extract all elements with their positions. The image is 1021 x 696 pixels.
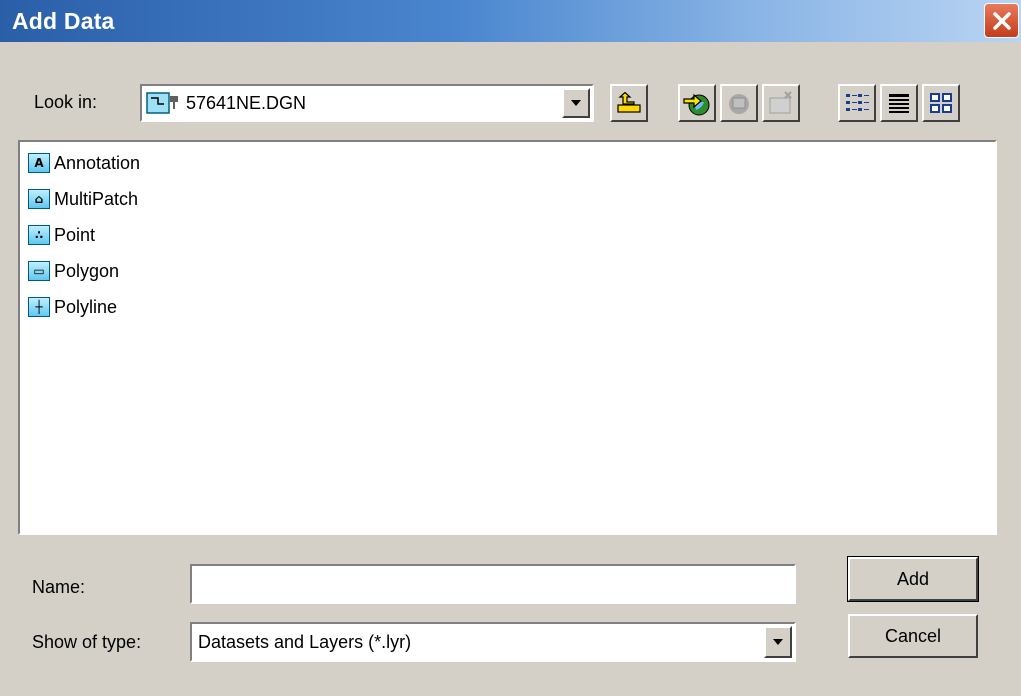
list-item-label: Point xyxy=(54,224,96,245)
chevron-down-icon xyxy=(571,100,581,106)
show-of-type-value: Datasets and Layers (*.lyr) xyxy=(198,631,412,652)
annotation-icon: A xyxy=(28,153,50,173)
name-input[interactable] xyxy=(190,564,796,604)
list-item-polyline[interactable]: ┼ Polyline xyxy=(28,292,117,322)
disconnect-folder-icon xyxy=(729,94,749,114)
window-title: Add Data xyxy=(12,8,115,34)
list-item-label: MultiPatch xyxy=(54,188,139,209)
look-in-dropdown-button[interactable] xyxy=(562,88,590,118)
list-item-label: Polyline xyxy=(54,296,118,317)
list-item-multipatch[interactable]: ⌂ MultiPatch xyxy=(28,184,138,214)
show-of-type-label: Show of type: xyxy=(32,632,142,652)
multipatch-icon: ⌂ xyxy=(28,189,50,209)
polygon-icon: ▭ xyxy=(28,261,50,281)
list-item-polygon[interactable]: ▭ Polygon xyxy=(28,256,119,286)
list-item-annotation[interactable]: A Annotation xyxy=(28,148,140,178)
list-item-label: Annotation xyxy=(54,152,141,173)
new-folder-icon xyxy=(769,91,792,114)
add-button[interactable]: Add xyxy=(847,556,979,602)
dgn-file-icon xyxy=(146,92,178,114)
cancel-button[interactable]: Cancel xyxy=(848,614,978,658)
polyline-icon: ┼ xyxy=(28,297,50,317)
connect-folder-icon xyxy=(683,93,710,116)
up-folder-icon xyxy=(617,92,641,113)
thumbnails-icon xyxy=(930,93,952,113)
list-item-label: Polygon xyxy=(54,260,120,281)
close-icon xyxy=(992,11,1011,30)
file-list[interactable]: A Annotation ⌂ MultiPatch ∴ Point ▭ Poly… xyxy=(18,140,997,535)
chevron-down-icon xyxy=(773,639,783,645)
up-one-level-button[interactable] xyxy=(610,84,648,122)
close-button[interactable] xyxy=(984,3,1019,38)
details-view-icon xyxy=(889,94,909,113)
show-of-type-dropdown-button[interactable] xyxy=(764,626,792,658)
point-icon: ∴ xyxy=(28,225,50,245)
connect-to-folder-button[interactable] xyxy=(678,84,716,122)
new-folder-button[interactable] xyxy=(762,84,800,122)
name-label: Name: xyxy=(32,577,86,597)
title-bar[interactable]: Add Data xyxy=(0,0,1021,42)
look-in-combo[interactable]: 57641NE.DGN xyxy=(140,84,594,122)
thumbnails-view-button[interactable] xyxy=(922,84,960,122)
show-of-type-combo[interactable]: Datasets and Layers (*.lyr) xyxy=(190,622,796,662)
look-in-label: Look in: xyxy=(34,92,98,112)
look-in-value: 57641NE.DGN xyxy=(186,92,307,113)
list-view-icon xyxy=(846,94,869,111)
disconnect-folder-button[interactable] xyxy=(720,84,758,122)
list-view-button[interactable] xyxy=(838,84,876,122)
list-item-point[interactable]: ∴ Point xyxy=(28,220,95,250)
details-view-button[interactable] xyxy=(880,84,918,122)
